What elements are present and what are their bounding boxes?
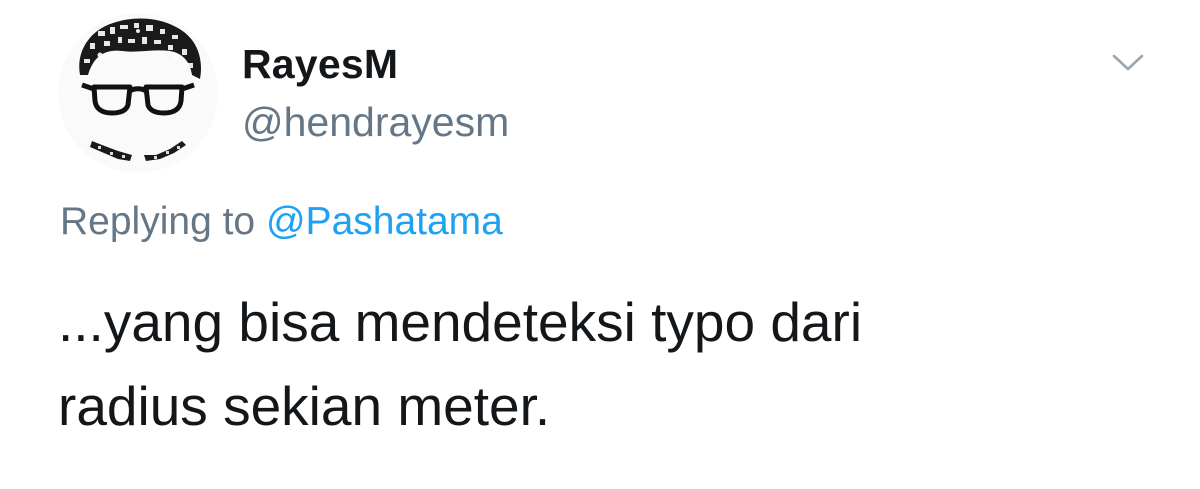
author-display-name[interactable]: RayesM <box>242 41 398 88</box>
replying-to-line: Replying to @Pashatama <box>60 200 503 244</box>
tweet-text: ...yang bisa mendeteksi typo dari radius… <box>58 280 1158 448</box>
tweet-text-line: radius sekian meter. <box>58 375 551 437</box>
avatar-glasses-icon <box>79 18 201 161</box>
tweet-card: RayesM @hendrayesm Replying to @Pashatam… <box>0 0 1200 489</box>
tweet-text-line: ...yang bisa mendeteksi typo dari <box>58 291 863 353</box>
reply-mention-link[interactable]: @Pashatama <box>266 200 503 243</box>
author-handle[interactable]: @hendrayesm <box>242 99 509 146</box>
chevron-down-icon <box>1112 54 1144 71</box>
avatar[interactable] <box>58 13 218 173</box>
replying-to-label: Replying to <box>60 200 256 243</box>
more-options-button[interactable] <box>1108 46 1148 80</box>
